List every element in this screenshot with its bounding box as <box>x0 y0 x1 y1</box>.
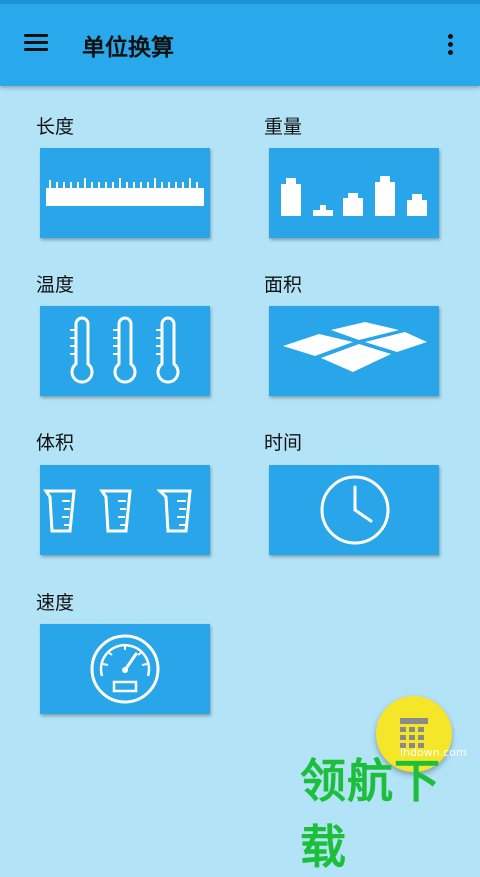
category-label-length: 长度 <box>36 116 75 138</box>
category-label-temperature: 温度 <box>36 274 75 296</box>
tile-area[interactable] <box>269 306 439 396</box>
category-label-weight: 重量 <box>264 116 303 138</box>
clock-icon <box>320 475 390 545</box>
measuring-cup-icon <box>43 489 192 533</box>
category-label-volume: 体积 <box>36 432 75 454</box>
ruler-icon <box>46 178 204 206</box>
tile-length[interactable] <box>40 148 210 238</box>
tile-weight[interactable] <box>269 148 439 238</box>
page-title: 单位换算 <box>82 35 174 61</box>
more-vertical-icon[interactable] <box>440 30 460 60</box>
tile-speed[interactable] <box>40 624 210 714</box>
app-bar: 单位换算 <box>0 0 480 86</box>
category-label-time: 时间 <box>264 432 303 454</box>
weights-icon <box>281 176 427 216</box>
tile-volume[interactable] <box>40 465 210 555</box>
hamburger-menu-icon[interactable] <box>22 30 52 56</box>
category-label-area: 面积 <box>264 274 303 296</box>
speedometer-icon <box>90 634 160 704</box>
thermometer-icon <box>70 316 180 384</box>
status-strip <box>0 0 480 4</box>
tile-temperature[interactable] <box>40 306 210 396</box>
area-tiles-icon <box>283 322 427 372</box>
tile-time[interactable] <box>269 465 439 555</box>
watermark-text: 领航下载 <box>300 754 441 874</box>
category-label-speed: 速度 <box>36 592 75 614</box>
